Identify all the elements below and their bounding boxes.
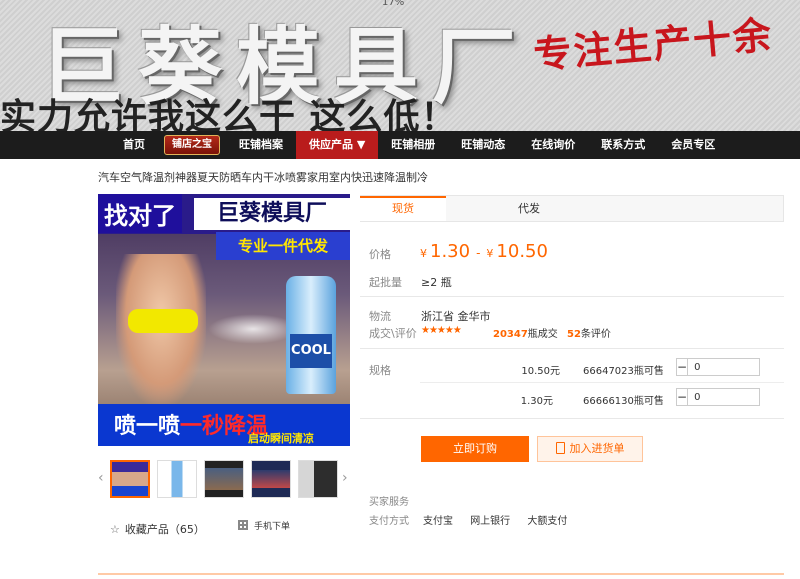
nav-products[interactable]: 供应产品 ▼ — [296, 131, 379, 159]
thumb-prev-icon[interactable]: ‹ — [98, 470, 104, 486]
rating-stars: ★★★★★ — [421, 325, 462, 336]
qr-code-icon — [238, 520, 248, 530]
shop-nav: 首页 铺店之宝 旺铺档案 供应产品 ▼ 旺铺相册 旺铺动态 在线询价 联系方式 … — [0, 131, 800, 159]
tab-in-stock[interactable]: 现货 — [360, 196, 446, 221]
thumbnail-2[interactable] — [157, 460, 197, 498]
thumbnail-strip — [110, 460, 338, 498]
nav-home[interactable]: 首页 — [110, 131, 158, 159]
nav-badge[interactable]: 铺店之宝 — [164, 135, 220, 155]
thumbnail-1[interactable] — [110, 460, 150, 498]
sku-stock: 66647023瓶可售 — [583, 366, 664, 377]
nav-inquiry[interactable]: 在线询价 — [518, 131, 588, 159]
can-label: COOL — [290, 334, 332, 368]
thumbnail-4[interactable] — [251, 460, 291, 498]
banner-slogan: 实力允许我这么干 这么低！ — [0, 97, 458, 131]
image-text-bottom-small: 启动瞬间清凉 — [248, 432, 314, 445]
mobile-order-button[interactable]: 手机下单 — [238, 519, 290, 532]
clipboard-icon — [555, 442, 565, 454]
nav-member[interactable]: 会员专区 — [658, 131, 728, 159]
quantity-input[interactable] — [688, 359, 800, 375]
nav-contact[interactable]: 联系方式 — [588, 131, 658, 159]
favorite-button[interactable]: ☆ 收藏产品（65） — [110, 521, 205, 537]
sku-price: 10.50元 — [521, 366, 560, 377]
price-label: 价格 — [369, 248, 391, 261]
minus-icon[interactable]: − — [677, 389, 689, 405]
product-main-image[interactable]: 找对了 巨葵模具厂 专业一件代发 COOL 喷一喷一秒降温 启动瞬间清凉 — [98, 194, 350, 446]
product-title: 汽车空气降温剂神器夏天防晒车内干冰喷雾家用室内快迅速降温制冷 — [98, 171, 428, 184]
review-count[interactable]: 52条评价 — [567, 325, 611, 340]
logistics-value: 浙江省 金华市 — [421, 310, 491, 323]
payment-methods: 支付宝 网上银行 大额支付 — [423, 512, 575, 527]
shop-banner: 巨葵模具厂 17% 实力允许我这么干 这么低！ 专注生产十余 — [0, 0, 800, 131]
pay-method-large: 大额支付 — [527, 516, 568, 527]
quantity-stepper: − + — [676, 358, 800, 376]
pay-method-bank: 网上银行 — [470, 516, 511, 527]
buyer-service-label: 买家服务 — [369, 497, 409, 508]
image-text-top-a: 找对了 — [98, 194, 182, 233]
quantity-input[interactable] — [688, 389, 800, 405]
offer-tabs: 现货 代发 — [360, 195, 784, 222]
nav-news[interactable]: 旺铺动态 — [448, 131, 518, 159]
moq-value: ≥2 瓶 — [421, 276, 452, 289]
thumbnail-5[interactable] — [298, 460, 338, 498]
quantity-stepper: − + — [676, 388, 800, 406]
banner-percent: 17% — [382, 0, 405, 8]
nav-album[interactable]: 旺铺相册 — [378, 131, 448, 159]
logistics-label: 物流 — [369, 310, 391, 323]
image-text-bar2: 专业一件代发 — [216, 232, 350, 260]
banner-red-text: 专注生产十余 — [531, 11, 775, 78]
pay-method-alipay: 支付宝 — [423, 516, 453, 527]
thumb-next-icon[interactable]: › — [342, 470, 348, 486]
nav-profile[interactable]: 旺铺档案 — [226, 131, 296, 159]
payment-label: 支付方式 — [369, 516, 409, 527]
tab-dropship[interactable]: 代发 — [486, 196, 572, 221]
trade-count[interactable]: 20347瓶成交 — [493, 325, 558, 340]
sku-label: 规格 — [369, 364, 391, 377]
moq-label: 起批量 — [369, 276, 402, 289]
sku-price: 1.30元 — [520, 396, 553, 407]
star-outline-icon: ☆ — [110, 523, 120, 536]
thumbnail-3[interactable] — [204, 460, 244, 498]
image-text-bottom: 喷一喷一秒降温 — [114, 414, 269, 439]
buy-now-button[interactable]: 立即订购 — [421, 436, 529, 462]
sku-stock: 66666130瓶可售 — [583, 396, 664, 407]
reviews-label: 成交\评价 — [369, 327, 417, 340]
price-range: ¥1.30- ¥10.50 — [420, 241, 548, 262]
image-text-top-b: 巨葵模具厂 — [194, 198, 350, 230]
add-to-cart-button[interactable]: 加入进货单 — [537, 436, 643, 462]
minus-icon[interactable]: − — [677, 359, 689, 375]
